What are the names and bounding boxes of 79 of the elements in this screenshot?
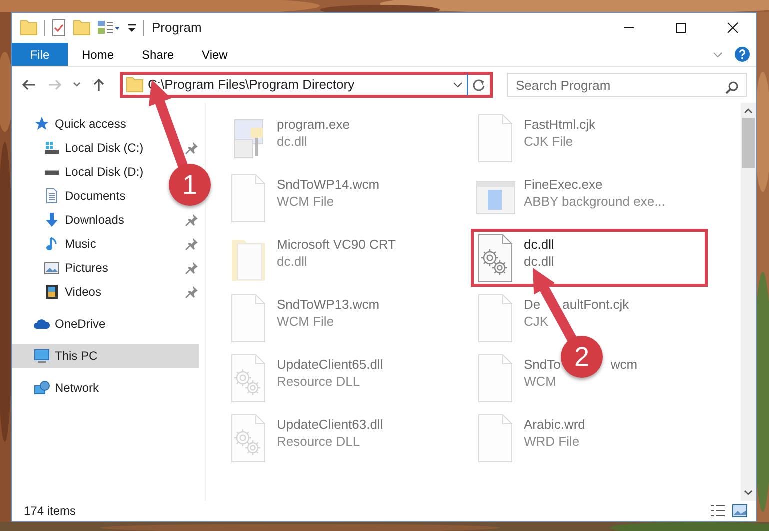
pin-icon[interactable] — [185, 285, 199, 299]
picture-icon — [44, 260, 60, 276]
help-icon[interactable] — [735, 47, 750, 62]
highlighted-file[interactable]: dc.dll dc.dll — [471, 229, 708, 287]
file-name: SndToWP13.wcm — [277, 296, 380, 313]
file-name: SndToWP14.wcm — [277, 176, 380, 193]
nav-item[interactable]: Downloads — [12, 208, 130, 232]
properties-icon[interactable] — [97, 19, 121, 37]
nav-item[interactable]: Music — [12, 232, 102, 256]
network-icon — [34, 380, 50, 396]
forward-arrow-icon — [47, 77, 63, 93]
details-view-icon[interactable] — [710, 504, 726, 518]
computer-icon — [34, 348, 50, 364]
customize-arrow-icon[interactable] — [127, 22, 137, 34]
file-type: dc.dll — [277, 133, 308, 150]
file-type: WRD File — [524, 433, 581, 450]
maximize-icon — [675, 22, 687, 34]
ribbon-tab[interactable]: Share — [128, 43, 188, 66]
drive-icon — [44, 168, 60, 176]
nav-item[interactable]: This PC — [12, 344, 199, 368]
item-count: 174 items — [24, 503, 78, 520]
ribbon-tab[interactable]: View — [188, 43, 242, 66]
file-name: Microsoft VC90 CRT — [277, 236, 396, 253]
scroll-down-icon[interactable] — [744, 488, 753, 497]
ribbon-tab[interactable]: Home — [68, 43, 128, 66]
file-name: SndTo — [524, 356, 561, 373]
file-name: UpdateClient65.dll — [277, 356, 384, 373]
checklist-icon[interactable] — [51, 19, 67, 37]
file-type: dc.dll — [524, 253, 554, 270]
pin-icon[interactable] — [185, 261, 199, 275]
file-type: Resource DLL — [277, 373, 362, 390]
file-type: WCM File — [277, 193, 336, 210]
pin-icon[interactable] — [185, 237, 199, 251]
nav-item[interactable]: OneDrive — [12, 312, 112, 336]
back-arrow-icon — [21, 77, 37, 93]
file-type: WCM File — [277, 313, 336, 330]
star-icon — [34, 116, 50, 132]
file-name: wcm — [610, 356, 638, 373]
document-icon — [44, 188, 60, 204]
file-name: program.exe — [277, 116, 350, 133]
large-icons-view-icon[interactable] — [732, 504, 748, 518]
scroll-up-icon[interactable] — [744, 107, 753, 116]
close-icon — [727, 22, 739, 34]
nav-item[interactable]: Local Disk (C:) — [12, 136, 150, 160]
file-name: FineExec.exe — [524, 176, 604, 193]
up-arrow-icon — [91, 77, 107, 93]
refresh-icon[interactable] — [472, 78, 486, 92]
file-type: CJK — [524, 313, 550, 330]
search-icon[interactable] — [725, 80, 739, 95]
file-type: WCM — [524, 373, 558, 390]
nav-item[interactable]: Pictures — [12, 256, 114, 280]
chevron-icon[interactable] — [713, 50, 723, 58]
file-type: dc.dll — [277, 253, 308, 270]
nav-item[interactable]: Network — [12, 376, 106, 400]
file-name: De — [524, 296, 541, 313]
scrollbar-thumb[interactable] — [742, 118, 755, 168]
file-tab[interactable]: File — [12, 43, 68, 66]
search-field[interactable]: Search Program — [507, 73, 747, 97]
file-type: CJK File — [524, 133, 574, 150]
file-name: UpdateClient63.dll — [277, 416, 384, 433]
film-icon — [44, 284, 60, 300]
scrollbar[interactable] — [741, 103, 756, 501]
file-type: Resource DLL — [277, 433, 362, 450]
file-name: aultFont.cjk — [562, 296, 630, 313]
file-type: ABBY background exe... — [524, 193, 666, 210]
pin-icon[interactable] — [185, 213, 199, 227]
nav-item[interactable]: Videos — [12, 280, 108, 304]
file-name: Arabic.wrd — [524, 416, 586, 433]
window-title: Program — [152, 19, 202, 38]
nav-item[interactable]: Local Disk (D:) — [12, 160, 150, 184]
file-name: FastHtml.cjk — [524, 116, 596, 133]
folder-icon — [126, 76, 144, 94]
dropdown-icon[interactable] — [453, 81, 463, 89]
file-name: dc.dll — [524, 236, 554, 253]
nav-item[interactable]: Documents — [12, 184, 132, 208]
drive-icon — [44, 140, 60, 156]
download-icon — [44, 212, 60, 228]
pin-icon[interactable] — [185, 141, 199, 155]
nav-item[interactable]: Quick access — [12, 112, 132, 136]
